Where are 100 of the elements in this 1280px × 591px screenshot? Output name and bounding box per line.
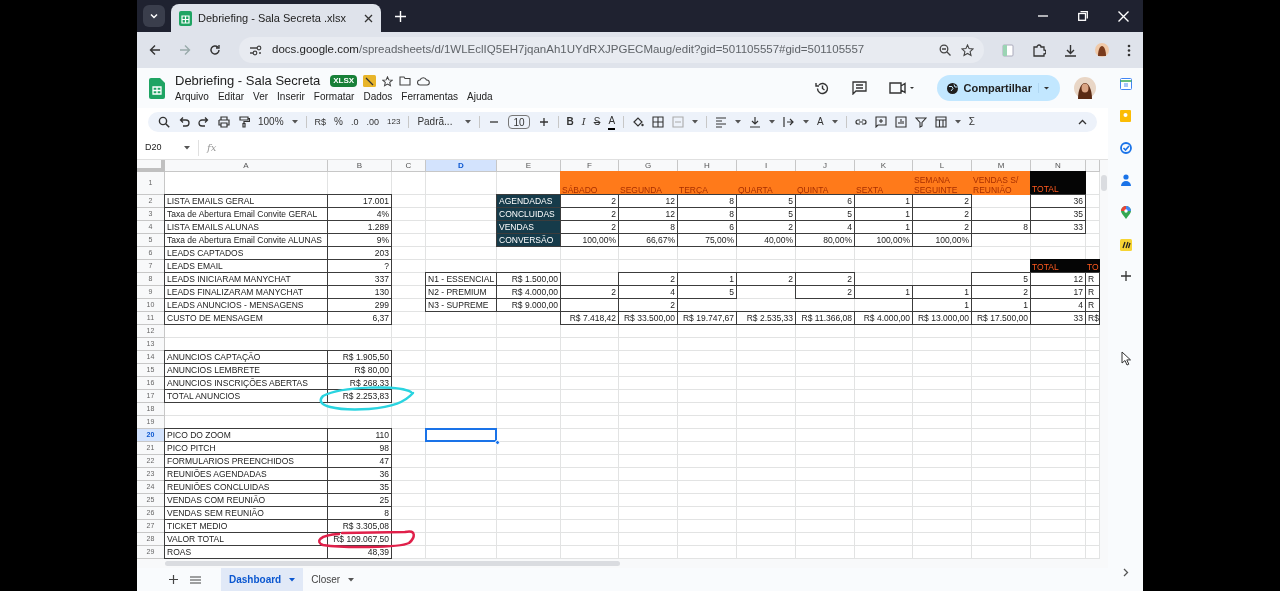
wrap-icon[interactable] bbox=[783, 116, 796, 128]
spreadsheet-cell[interactable]: CUSTO DE MENSAGEM bbox=[164, 311, 328, 325]
back-icon[interactable] bbox=[149, 44, 161, 56]
spreadsheet-cell[interactable]: TOTAL bbox=[1030, 259, 1086, 273]
spreadsheet-cell[interactable]: 5 bbox=[971, 272, 1031, 286]
filter-icon[interactable] bbox=[914, 116, 927, 128]
caret-icon[interactable] bbox=[954, 120, 961, 124]
menu-item[interactable]: Ajuda bbox=[467, 90, 493, 103]
warning-folder-icon[interactable] bbox=[363, 75, 377, 87]
reload-icon[interactable] bbox=[209, 44, 221, 56]
cloud-icon[interactable] bbox=[417, 76, 431, 86]
search-icon[interactable] bbox=[158, 116, 170, 128]
fill-handle[interactable] bbox=[495, 440, 500, 445]
download-icon[interactable] bbox=[1064, 43, 1077, 57]
menu-item[interactable]: Arquivo bbox=[175, 90, 209, 103]
site-settings-icon[interactable] bbox=[249, 44, 262, 56]
spreadsheet-cell[interactable]: 33 bbox=[1030, 220, 1086, 234]
spreadsheet-cell[interactable]: 2 bbox=[795, 272, 855, 286]
add-sheet-icon[interactable] bbox=[169, 575, 178, 584]
spreadsheet-cell[interactable]: 36 bbox=[1030, 194, 1086, 208]
print-icon[interactable] bbox=[218, 116, 230, 128]
font-select[interactable]: Padrã... bbox=[417, 115, 458, 129]
sheet-tab[interactable]: Closer bbox=[303, 568, 363, 591]
contacts-icon[interactable] bbox=[1120, 174, 1131, 186]
text-rotation-button[interactable]: A bbox=[817, 115, 824, 129]
sheet-list-icon[interactable] bbox=[190, 575, 201, 584]
caret-icon[interactable] bbox=[735, 120, 742, 124]
spreadsheet-cell[interactable]: R$ 2.535,33 bbox=[736, 311, 796, 325]
italic-button[interactable]: I bbox=[581, 115, 586, 129]
spreadsheet-cell[interactable]: 35 bbox=[1030, 207, 1086, 221]
zoom-select[interactable]: 100% bbox=[258, 115, 284, 129]
menu-item[interactable]: Ferramentas bbox=[401, 90, 458, 103]
spreadsheet-cell[interactable]: R$ 11.366,08 bbox=[795, 311, 855, 325]
spreadsheet-cell[interactable]: 8 bbox=[971, 220, 1031, 234]
spreadsheet-cell[interactable]: R bbox=[1085, 272, 1100, 286]
caret-icon[interactable] bbox=[289, 577, 296, 582]
align-icon[interactable] bbox=[715, 116, 728, 128]
column-header[interactable]: M bbox=[972, 160, 1031, 172]
comment-icon[interactable] bbox=[851, 81, 867, 95]
vertical-align-icon[interactable] bbox=[749, 116, 762, 128]
caret-icon[interactable] bbox=[769, 120, 776, 124]
spreadsheet-cell[interactable]: ROAS bbox=[164, 545, 328, 559]
bold-button[interactable]: B bbox=[566, 115, 574, 129]
spreadsheet-cell[interactable]: ANUNCIOS CAPTAÇÃO bbox=[164, 350, 328, 364]
spreadsheet-cell[interactable]: VENDAS bbox=[496, 220, 561, 234]
spreadsheet-cell[interactable]: R$ 1.500,00 bbox=[496, 272, 561, 286]
number-format-button[interactable]: 123 bbox=[387, 115, 401, 129]
spreadsheet-cell[interactable]: 1 bbox=[854, 285, 913, 299]
star-icon[interactable] bbox=[961, 43, 974, 57]
calendar-icon[interactable] bbox=[1119, 78, 1132, 90]
spreadsheet-cell[interactable]: 2 bbox=[560, 285, 619, 299]
spreadsheet-cell[interactable]: R$ 7.418,42 bbox=[560, 311, 619, 325]
zoom-icon[interactable] bbox=[939, 44, 951, 56]
strikethrough-button[interactable]: S bbox=[593, 115, 601, 129]
column-header[interactable]: L bbox=[913, 160, 972, 172]
caret-icon[interactable] bbox=[184, 145, 190, 150]
fill-color-icon[interactable] bbox=[632, 116, 645, 128]
name-box[interactable]: D20 bbox=[137, 139, 199, 156]
caret-icon[interactable] bbox=[1038, 83, 1052, 93]
spreadsheet-cell[interactable]: 6,37 bbox=[327, 311, 392, 325]
caret-icon[interactable] bbox=[692, 120, 699, 124]
spreadsheet-cell[interactable]: LISTA EMAILS GERAL bbox=[164, 194, 328, 208]
video-caret-icon[interactable] bbox=[888, 82, 915, 94]
globe-icon[interactable] bbox=[946, 82, 958, 94]
chart-icon[interactable] bbox=[894, 116, 907, 128]
spreadsheet-cell[interactable]: PICO DO ZOOM bbox=[164, 428, 328, 442]
tasks-icon[interactable] bbox=[1119, 142, 1132, 154]
spreadsheet-cell[interactable]: AGENDADAS bbox=[496, 194, 561, 208]
spreadsheet-cell[interactable]: 2 bbox=[795, 285, 855, 299]
column-header[interactable]: I bbox=[737, 160, 796, 172]
spreadsheet-cell[interactable]: CONVERSÃO bbox=[496, 233, 561, 247]
caret-icon[interactable] bbox=[291, 120, 298, 124]
chevron-right-icon[interactable] bbox=[1122, 568, 1129, 577]
spreadsheet-cell[interactable]: R$ 17.500,00 bbox=[971, 311, 1031, 325]
avatar-icon[interactable] bbox=[1095, 43, 1109, 57]
puzzle-icon[interactable] bbox=[1032, 43, 1046, 57]
column-header[interactable]: C bbox=[392, 160, 426, 172]
spreadsheet-cell[interactable]: R bbox=[1085, 285, 1100, 299]
paint-format-icon[interactable] bbox=[238, 116, 250, 128]
column-header[interactable]: J bbox=[796, 160, 855, 172]
history-icon[interactable] bbox=[814, 80, 830, 96]
collapse-icon[interactable] bbox=[1078, 119, 1087, 125]
column-header[interactable]: B bbox=[328, 160, 392, 172]
column-header[interactable]: D bbox=[426, 160, 497, 172]
spreadsheet-cell[interactable]: 1 bbox=[912, 298, 972, 312]
percent-button[interactable]: % bbox=[334, 115, 343, 129]
column-header[interactable]: H bbox=[678, 160, 737, 172]
sheets-logo-icon[interactable] bbox=[149, 77, 165, 99]
column-header[interactable]: E bbox=[497, 160, 561, 172]
spreadsheet-cell[interactable]: N3 - SUPREME bbox=[425, 298, 497, 312]
comment-icon[interactable] bbox=[874, 116, 887, 128]
spreadsheet-cell[interactable]: CONCLUIDAS bbox=[496, 207, 561, 221]
menu-item[interactable]: Formatar bbox=[313, 90, 355, 103]
spreadsheet-cell[interactable]: 2 bbox=[618, 298, 678, 312]
spreadsheet-cell[interactable]: TOTAL bbox=[1030, 171, 1086, 195]
spreadsheet-cell[interactable]: 2 bbox=[736, 272, 796, 286]
column-header[interactable]: N bbox=[1031, 160, 1086, 172]
functions-button[interactable]: Σ bbox=[968, 115, 975, 129]
undo-icon[interactable] bbox=[178, 116, 190, 128]
increase-decimals-button[interactable]: .00 bbox=[366, 115, 380, 129]
